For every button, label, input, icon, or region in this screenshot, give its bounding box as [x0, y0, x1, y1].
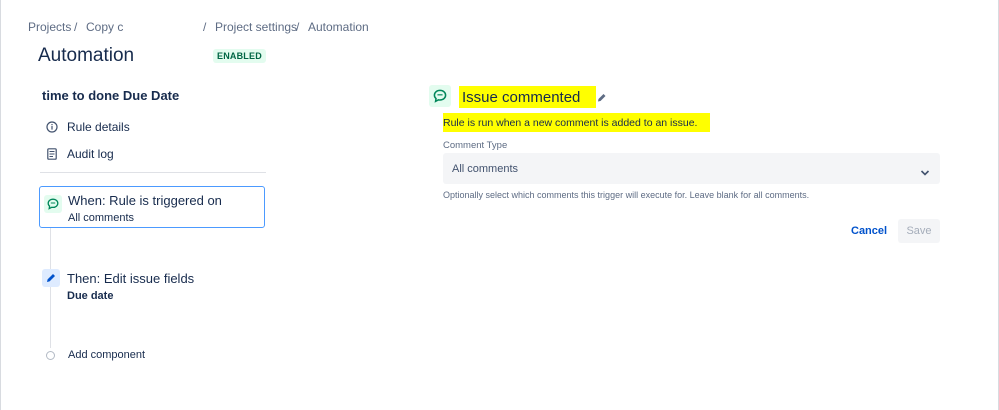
- sidebar-item-label: Rule details: [67, 120, 130, 134]
- breadcrumb-separator: /: [203, 20, 207, 34]
- action-component-card[interactable]: Then: Edit issue fields Due date: [40, 267, 264, 309]
- comment-type-helper: Optionally select which comments this tr…: [443, 190, 810, 200]
- breadcrumb-projects[interactable]: Projects: [28, 20, 71, 34]
- sidebar-item-label: Audit log: [67, 147, 114, 161]
- frame-left-border: [0, 0, 1, 410]
- action-title: Then: Edit issue fields: [67, 271, 195, 286]
- sidebar-item-audit-log[interactable]: Audit log: [45, 145, 114, 163]
- breadcrumb-project[interactable]: Copy c: [86, 20, 123, 34]
- sidebar-item-rule-details[interactable]: Rule details: [45, 118, 130, 136]
- action-subtitle: Due date: [67, 290, 114, 302]
- sidebar-divider: [40, 172, 266, 173]
- comment-type-label: Comment Type: [443, 140, 508, 151]
- status-badge: ENABLED: [213, 49, 266, 63]
- comment-icon: [429, 85, 451, 107]
- breadcrumb-project-settings[interactable]: Project settings: [215, 20, 297, 34]
- info-icon: [45, 120, 59, 134]
- page-title: Automation: [38, 45, 135, 66]
- document-icon: [45, 147, 59, 161]
- add-component-label: Add component: [68, 349, 146, 361]
- comment-type-value: All comments: [452, 163, 519, 175]
- cancel-button[interactable]: Cancel: [851, 225, 887, 237]
- comment-icon: [44, 195, 62, 213]
- trigger-component-card[interactable]: When: Rule is triggered on All comments: [39, 186, 265, 228]
- breadcrumb-separator: /: [74, 20, 78, 34]
- comment-type-select[interactable]: All comments: [443, 153, 940, 184]
- edit-pencil-icon[interactable]: [597, 90, 607, 102]
- rule-name: time to done Due Date: [42, 88, 180, 103]
- component-title: Issue commented: [462, 89, 581, 106]
- chevron-down-icon: [920, 164, 930, 176]
- component-description: Rule is run when a new comment is added …: [443, 117, 698, 129]
- save-button[interactable]: Save: [898, 219, 940, 243]
- add-component-button[interactable]: Add component: [46, 347, 145, 363]
- trigger-title: When: Rule is triggered on: [68, 193, 222, 208]
- trigger-subtitle: All comments: [68, 212, 135, 224]
- add-component-dot-icon: [46, 350, 55, 360]
- breadcrumb-separator: /: [296, 20, 300, 34]
- pencil-icon: [42, 269, 60, 287]
- breadcrumb-automation[interactable]: Automation: [308, 20, 369, 34]
